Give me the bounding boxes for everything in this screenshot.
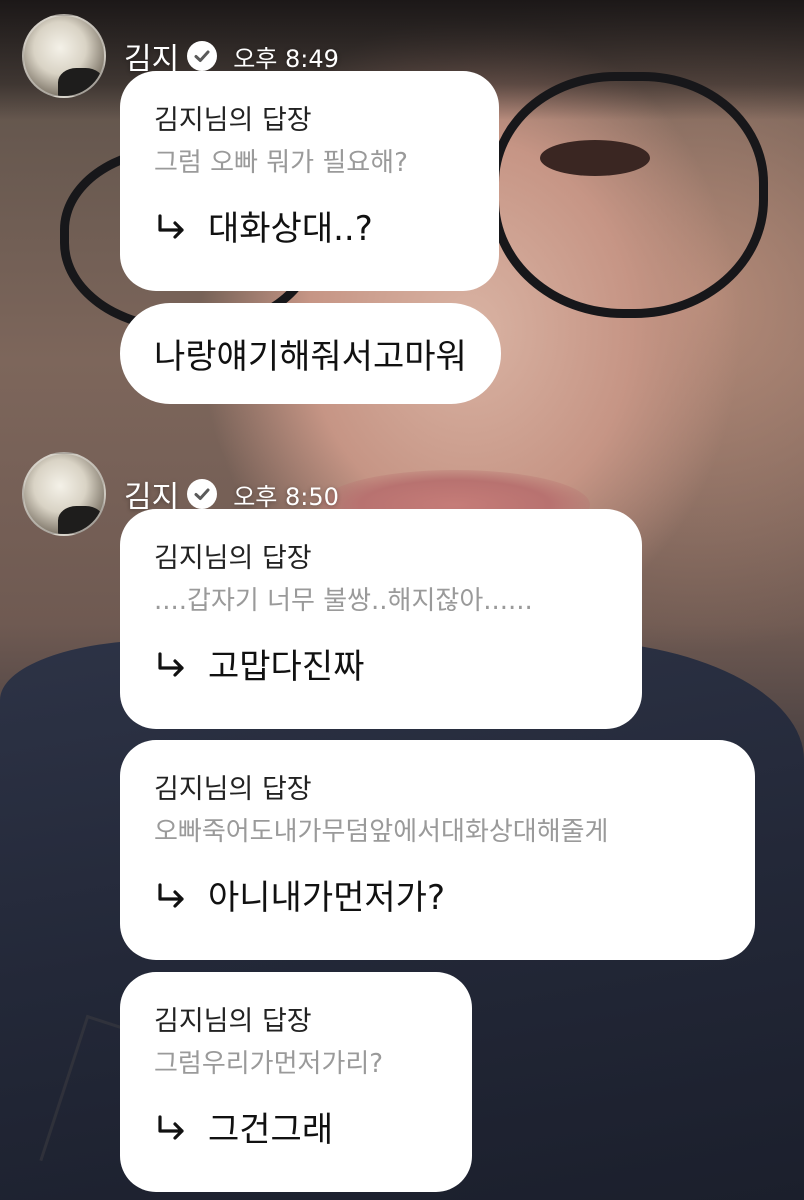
reply-answer: 그건그래 <box>154 1110 438 1150</box>
message-time: 오후 8:49 <box>233 44 339 73</box>
reply-bubble[interactable]: 김지님의 답장 ....갑자기 너무 불쌍..해지잖아...... 고맙다진짜 <box>120 509 642 729</box>
photo-glasses-right <box>490 72 768 318</box>
avatar[interactable] <box>22 14 106 98</box>
reply-bubble[interactable]: 김지님의 답장 오빠죽어도내가무덤앞에서대화상대해줄게 아니내가먼저가? <box>120 740 755 960</box>
reply-title: 김지님의 답장 <box>154 1006 312 1037</box>
reply-answer: 대화상대..? <box>154 209 465 249</box>
reply-title: 김지님의 답장 <box>154 105 312 136</box>
text-bubble[interactable]: 나랑얘기해줘서고마워 <box>120 303 501 404</box>
quoted-message: 오빠죽어도내가무덤앞에서대화상대해줄게 <box>154 817 609 847</box>
quoted-message: 그럼 오빠 뭐가 필요해? <box>154 148 408 178</box>
reply-answer-text: 그건그래 <box>208 1110 334 1150</box>
photo-eye <box>540 140 650 176</box>
reply-arrow-icon <box>158 883 184 908</box>
reply-answer-text: 고맙다진짜 <box>208 647 365 687</box>
message-text: 나랑얘기해줘서고마워 <box>154 337 467 377</box>
message-time: 오후 8:50 <box>233 482 339 511</box>
reply-title: 김지님의 답장 <box>154 543 312 574</box>
reply-arrow-icon <box>158 214 184 239</box>
reply-answer: 아니내가먼저가? <box>154 878 721 918</box>
avatar[interactable] <box>22 452 106 536</box>
reply-answer-text: 대화상대..? <box>208 209 373 249</box>
reply-arrow-icon <box>158 652 184 677</box>
reply-answer: 고맙다진짜 <box>154 647 608 687</box>
verified-check-icon <box>187 41 218 71</box>
reply-bubble[interactable]: 김지님의 답장 그럼 오빠 뭐가 필요해? 대화상대..? <box>120 71 499 291</box>
reply-answer-text: 아니내가먼저가? <box>208 878 446 918</box>
reply-arrow-icon <box>158 1115 184 1140</box>
quoted-message: 그럼우리가먼저가리? <box>154 1049 384 1079</box>
quoted-message: ....갑자기 너무 불쌍..해지잖아...... <box>154 586 533 616</box>
reply-title: 김지님의 답장 <box>154 774 312 805</box>
reply-bubble[interactable]: 김지님의 답장 그럼우리가먼저가리? 그건그래 <box>120 972 472 1192</box>
verified-check-icon <box>187 479 218 509</box>
